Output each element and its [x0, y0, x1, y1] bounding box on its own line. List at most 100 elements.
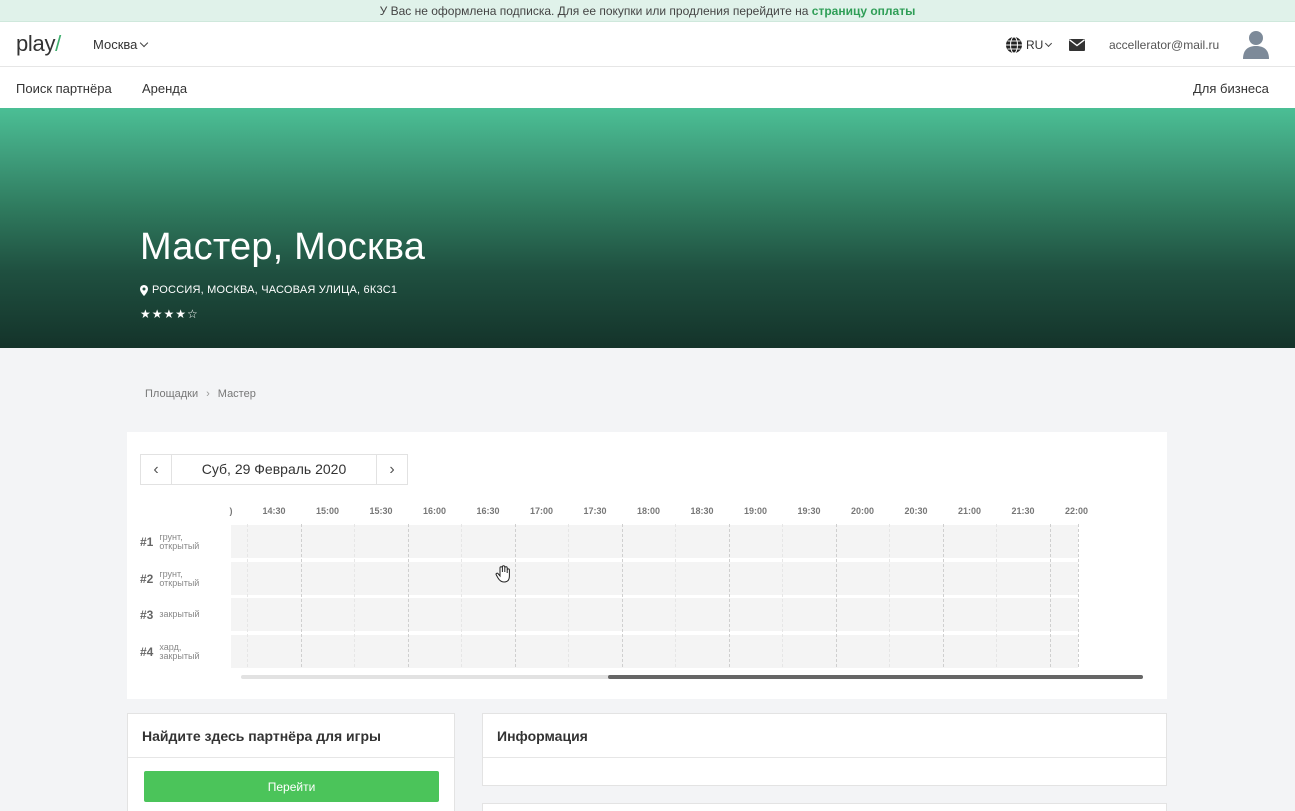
- grid-line: [996, 524, 998, 667]
- current-date[interactable]: Суб, 29 Февраль 2020: [172, 455, 376, 484]
- venue-title: Мастер, Москва: [140, 226, 426, 268]
- time-label-cut: ): [229, 506, 233, 516]
- court-type-line: закрытый: [159, 609, 200, 619]
- grid-line: [1049, 524, 1051, 667]
- nav-rent[interactable]: Аренда: [142, 81, 187, 96]
- next-day-button[interactable]: ›: [376, 455, 407, 484]
- grid-line: [300, 524, 302, 667]
- info-card-title: Информация: [483, 714, 1166, 758]
- horizontal-scrollbar[interactable]: [241, 675, 1143, 679]
- prev-day-button[interactable]: ‹: [141, 455, 172, 484]
- court-row[interactable]: [231, 525, 1078, 558]
- nav-partner-search[interactable]: Поиск партнёра: [16, 81, 112, 96]
- logo-text: play: [16, 31, 56, 56]
- court-type: грунт, открытый: [159, 569, 200, 588]
- court-label: #4 хард, закрытый: [140, 635, 235, 668]
- time-label: 19:00: [743, 506, 768, 516]
- chevron-down-icon: [140, 38, 149, 48]
- hand-cursor-icon: [495, 565, 510, 583]
- grid-line: [1078, 524, 1079, 667]
- scrollbar-thumb[interactable]: [608, 675, 1143, 679]
- nav-business[interactable]: Для бизнеса: [1193, 81, 1269, 96]
- avatar-icon[interactable]: [1242, 29, 1270, 59]
- city-selector[interactable]: Москва: [93, 37, 149, 52]
- court-type: грунт, открытый: [159, 532, 200, 551]
- payment-page-link[interactable]: страницу оплаты: [812, 4, 916, 18]
- time-label: 20:00: [850, 506, 875, 516]
- time-label: 15:30: [369, 506, 393, 516]
- time-label: 21:00: [957, 506, 982, 516]
- info-card: Информация: [482, 713, 1167, 786]
- time-label: 16:00: [422, 506, 447, 516]
- main-nav: Поиск партнёра Аренда Для бизнеса: [0, 67, 1295, 108]
- logo[interactable]: play/: [16, 31, 61, 57]
- grid-line: [782, 524, 784, 667]
- court-number: #3: [140, 607, 154, 622]
- breadcrumb-root[interactable]: Площадки: [145, 388, 198, 400]
- time-label: 21:30: [1011, 506, 1035, 516]
- time-label: 17:00: [529, 506, 554, 516]
- court-type: хард, закрытый: [159, 642, 200, 661]
- go-button[interactable]: Перейти: [144, 771, 439, 802]
- venue-address: РОССИЯ, МОСКВА, ЧАСОВАЯ УЛИЦА, 6К3С1: [140, 284, 397, 296]
- court-number: #1: [140, 534, 154, 549]
- breadcrumb-current: Мастер: [217, 388, 256, 400]
- grid-line: [889, 524, 891, 667]
- time-label: 20:30: [904, 506, 928, 516]
- city-label: Москва: [93, 37, 138, 52]
- time-label: 22:00: [1064, 506, 1089, 516]
- banner-text: У Вас не оформлена подписка. Для ее поку…: [379, 4, 812, 18]
- court-type-line: открытый: [159, 577, 200, 588]
- time-label: 17:30: [583, 506, 607, 516]
- top-header: play/ Москва RU accellerator@mail.ru: [0, 22, 1295, 67]
- time-label: 15:00: [315, 506, 340, 516]
- venue-hero: Мастер, Москва РОССИЯ, МОСКВА, ЧАСОВАЯ У…: [0, 108, 1295, 348]
- user-email[interactable]: accellerator@mail.ru: [1109, 38, 1219, 52]
- court-label: #3 закрытый: [140, 598, 235, 631]
- court-row[interactable]: [231, 598, 1078, 631]
- time-label: 14:30: [262, 506, 286, 516]
- info-card-next: [482, 803, 1167, 811]
- court-row[interactable]: [231, 562, 1078, 595]
- court-number: #2: [140, 571, 154, 586]
- chevron-down-icon: [1045, 39, 1053, 48]
- grid-line: [728, 524, 730, 667]
- court-row[interactable]: [231, 635, 1078, 668]
- grid-line: [407, 524, 409, 667]
- grid-line: [247, 524, 249, 667]
- court-number: #4: [140, 644, 154, 659]
- time-label: 19:30: [797, 506, 821, 516]
- partner-card-title: Найдите здесь партнёра для игры: [128, 714, 454, 758]
- location-pin-icon: [140, 284, 148, 296]
- grid-line: [675, 524, 677, 667]
- court-type: закрытый: [159, 610, 199, 619]
- date-picker: ‹ Суб, 29 Февраль 2020 ›: [140, 454, 408, 485]
- time-label: 18:30: [690, 506, 714, 516]
- grid-line: [514, 524, 516, 667]
- rating-stars: ★★★★☆: [140, 307, 199, 321]
- court-label: #2 грунт, открытый: [140, 562, 235, 595]
- grid-line: [942, 524, 944, 667]
- language-label: RU: [1026, 38, 1044, 52]
- mail-icon[interactable]: [1069, 39, 1085, 51]
- grid-line: [835, 524, 837, 667]
- time-label: 18:00: [636, 506, 661, 516]
- time-axis: ) 14:30 15:00 15:30 16:00 16:30 17:00 17:30 18:…: [127, 506, 1167, 518]
- subscription-banner: У Вас не оформлена подписка. Для ее поку…: [0, 0, 1295, 22]
- breadcrumb: Площадки › Мастер: [145, 388, 256, 400]
- grid-line: [461, 524, 463, 667]
- globe-icon: [1006, 36, 1022, 54]
- grid-line: [354, 524, 356, 667]
- grid-line: [568, 524, 570, 667]
- language-selector[interactable]: RU: [1005, 36, 1053, 54]
- schedule-panel: ‹ Суб, 29 Февраль 2020 › ) 14:30 15:00 15:…: [127, 432, 1167, 699]
- court-type-line: закрытый: [159, 650, 200, 661]
- address-text: РОССИЯ, МОСКВА, ЧАСОВАЯ УЛИЦА, 6К3С1: [152, 284, 398, 296]
- logo-slash: /: [55, 31, 61, 56]
- court-label: #1 грунт, открытый: [140, 525, 235, 558]
- partner-card: Найдите здесь партнёра для игры Перейти: [127, 713, 455, 811]
- time-label: 16:30: [476, 506, 500, 516]
- grid-line: [621, 524, 623, 667]
- court-type-line: открытый: [159, 540, 200, 551]
- breadcrumb-separator: ›: [206, 388, 210, 400]
